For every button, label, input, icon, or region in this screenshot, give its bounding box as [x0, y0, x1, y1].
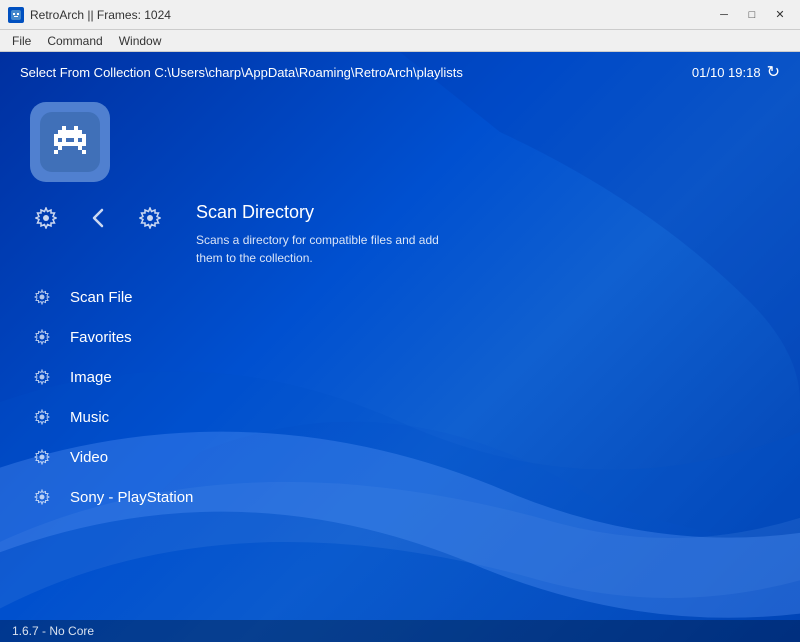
list-item-video[interactable]: Video — [30, 437, 770, 477]
music-gear-icon — [30, 405, 54, 429]
list-item-scan-file[interactable]: Scan File — [30, 277, 770, 317]
status-bar: 1.6.7 - No Core — [0, 620, 800, 642]
minimize-button[interactable]: ─ — [712, 6, 736, 24]
window-controls: ─ □ ✕ — [712, 6, 792, 24]
menu-list: Scan File Favorites Image — [0, 267, 800, 527]
sony-playstation-label: Sony - PlayStation — [70, 489, 193, 506]
refresh-icon[interactable]: ↻ — [767, 62, 780, 82]
maximize-button[interactable]: □ — [740, 6, 764, 24]
app-logo — [30, 102, 110, 182]
gear-left-svg — [35, 207, 57, 229]
feature-item: Scan Directory Scans a directory for com… — [176, 202, 770, 267]
gear-right-svg — [139, 207, 161, 229]
version-text: 1.6.7 - No Core — [12, 624, 94, 638]
collection-path: Select From Collection C:\Users\charp\Ap… — [20, 65, 463, 80]
video-gear-icon — [30, 445, 54, 469]
favorites-gear-icon — [30, 325, 54, 349]
video-label: Video — [70, 449, 108, 466]
scan-file-label: Scan File — [70, 289, 133, 306]
image-label: Image — [70, 369, 112, 386]
time-text: 01/10 19:18 — [692, 65, 761, 80]
title-bar: RetroArch || Frames: 1024 ─ □ ✕ — [0, 0, 800, 30]
gear-svg-video — [34, 449, 50, 465]
menu-window[interactable]: Window — [111, 32, 170, 50]
feature-description: Scans a directory for compatible files a… — [196, 231, 446, 267]
image-gear-icon — [30, 365, 54, 389]
nav-icon-row — [30, 202, 166, 234]
feature-title: Scan Directory — [196, 202, 770, 223]
list-item-favorites[interactable]: Favorites — [30, 317, 770, 357]
title-bar-left: RetroArch || Frames: 1024 — [8, 7, 171, 23]
gear-svg-image — [34, 369, 50, 385]
list-item-image[interactable]: Image — [30, 357, 770, 397]
scan-file-gear-icon — [30, 285, 54, 309]
sony-gear-icon — [30, 485, 54, 509]
retroarch-logo-svg — [40, 112, 100, 172]
window-title: RetroArch || Frames: 1024 — [30, 8, 171, 22]
music-label: Music — [70, 409, 109, 426]
back-icon[interactable] — [82, 202, 114, 234]
left-nav — [30, 202, 176, 267]
gear-svg-scan-file — [34, 289, 50, 305]
back-arrow-svg — [90, 207, 106, 229]
menu-command[interactable]: Command — [39, 32, 110, 50]
list-item-music[interactable]: Music — [30, 397, 770, 437]
list-item-sony-playstation[interactable]: Sony - PlayStation — [30, 477, 770, 517]
main-panel: Scan Directory Scans a directory for com… — [0, 202, 800, 267]
logo-area — [0, 92, 800, 202]
app-icon — [8, 7, 24, 23]
gear-svg-favorites — [34, 329, 50, 345]
gear-svg-music — [34, 409, 50, 425]
settings-right-icon[interactable] — [134, 202, 166, 234]
close-button[interactable]: ✕ — [768, 6, 792, 24]
gear-svg-sony — [34, 489, 50, 505]
menu-bar: File Command Window — [0, 30, 800, 52]
menu-file[interactable]: File — [4, 32, 39, 50]
header-bar: Select From Collection C:\Users\charp\Ap… — [0, 52, 800, 92]
settings-left-icon[interactable] — [30, 202, 62, 234]
app-content: Select From Collection C:\Users\charp\Ap… — [0, 52, 800, 642]
favorites-label: Favorites — [70, 329, 132, 346]
header-time: 01/10 19:18 ↻ — [692, 62, 780, 82]
